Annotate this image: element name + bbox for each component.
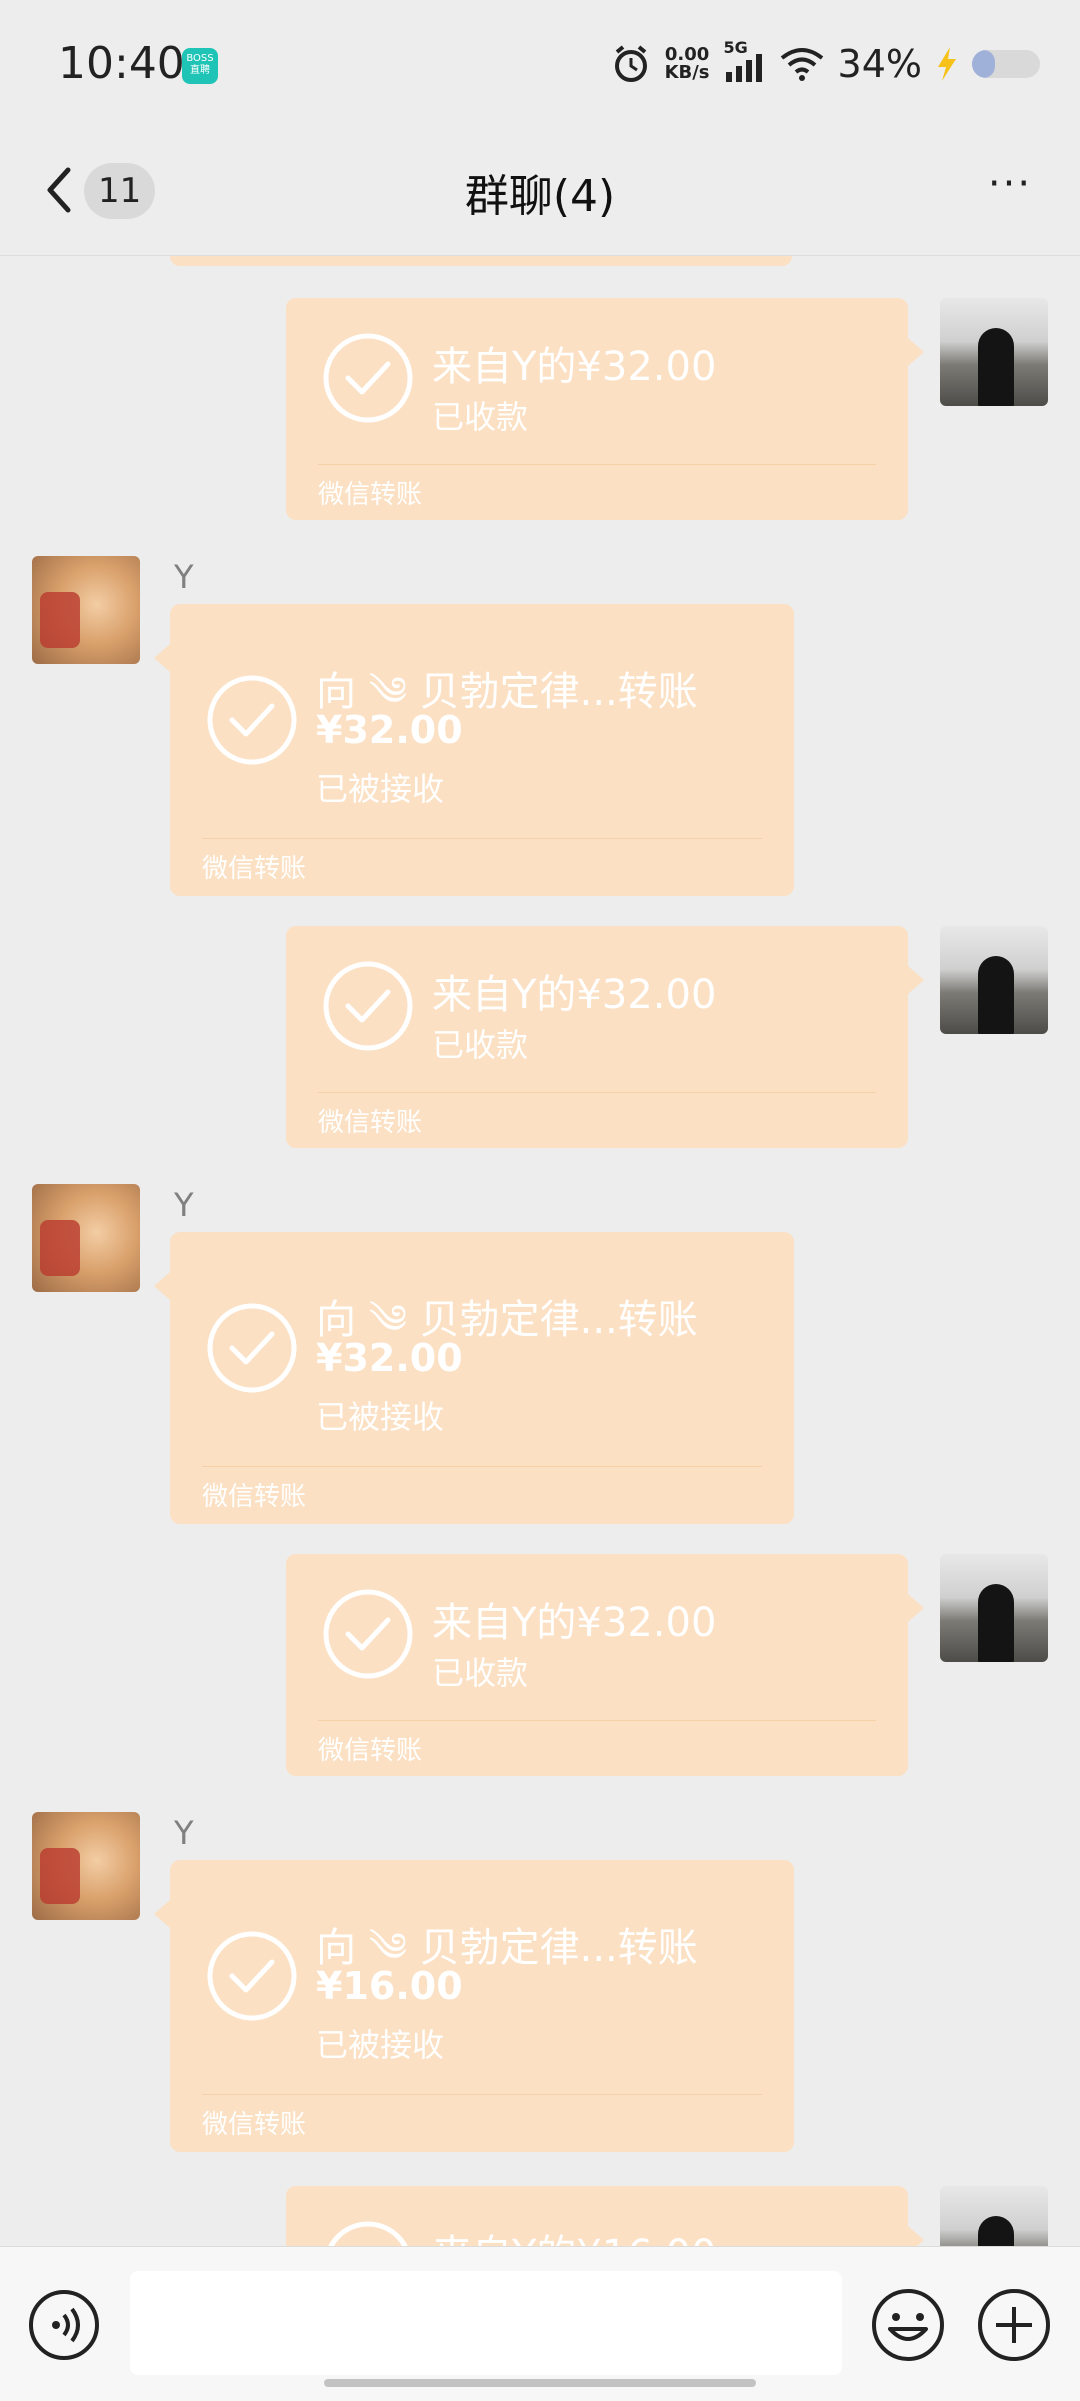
- check-circle-icon: [323, 333, 413, 423]
- transfer-card[interactable]: 来自Y的¥32.00 已收款 微信转账: [286, 1554, 924, 1776]
- transfer-amount: ¥32.00: [316, 708, 463, 752]
- signal-icon: 5G: [724, 38, 766, 84]
- transfer-footer: 微信转账: [202, 854, 307, 884]
- sender-name: Y: [174, 1186, 194, 1224]
- avatar[interactable]: [940, 926, 1048, 1034]
- check-circle-icon: [207, 1303, 297, 1393]
- check-circle-icon: [207, 675, 297, 765]
- transfer-footer: 微信转账: [318, 1736, 423, 1766]
- divider: [318, 464, 876, 465]
- avatar[interactable]: [32, 556, 140, 664]
- transfer-status: 已收款: [432, 398, 529, 436]
- transfer-title: 来自Y的¥32.00: [432, 1600, 717, 1646]
- transfer-status: 已被接收: [316, 1398, 445, 1436]
- charging-icon: [938, 47, 956, 81]
- divider: [202, 838, 762, 839]
- net-speed-unit: KB/s: [664, 62, 710, 83]
- transfer-footer: 微信转账: [202, 1482, 307, 1512]
- transfer-amount: ¥16.00: [316, 1964, 463, 2008]
- chat-title: 群聊(4): [464, 171, 616, 222]
- check-circle-icon: [323, 961, 413, 1051]
- transfer-amount: ¥32.00: [316, 1336, 463, 1380]
- transfer-footer: 微信转账: [202, 2110, 307, 2140]
- transfer-card[interactable]: 来自Y的¥16.00: [286, 2186, 924, 2246]
- sender-name: Y: [174, 1814, 194, 1852]
- battery-icon: [972, 50, 1040, 78]
- avatar[interactable]: [940, 1554, 1048, 1662]
- input-bar: [0, 2246, 1080, 2401]
- battery-fill: [972, 50, 996, 78]
- more-icon: ···: [987, 161, 1033, 207]
- transfer-status: 已收款: [432, 1654, 529, 1692]
- check-circle-icon: [328, 2221, 408, 2246]
- avatar[interactable]: [940, 298, 1048, 406]
- sender-name: Y: [174, 558, 194, 596]
- avatar[interactable]: [32, 1184, 140, 1292]
- avatar[interactable]: [32, 1812, 140, 1920]
- check-circle-icon: [323, 1589, 413, 1679]
- divider: [202, 1466, 762, 1467]
- transfer-card[interactable]: 来自Y的¥32.00 已收款 微信转账: [286, 298, 924, 520]
- transfer-title: 来自Y的¥16.00: [432, 2222, 716, 2246]
- boss-app-icon: BOSS直聘: [182, 48, 218, 84]
- transfer-status: 已被接收: [316, 770, 445, 808]
- transfer-title: 来自Y的¥32.00: [432, 344, 717, 390]
- avatar[interactable]: [940, 2186, 1048, 2246]
- transfer-card[interactable]: 向 ༄ 贝勃定律...转账 ¥16.00 已被接收 微信转账: [154, 1860, 794, 2152]
- status-bar: 10:40 BOSS直聘 0.00 KB/s 5G 34%: [0, 0, 1080, 130]
- check-circle-icon: [207, 1931, 297, 2021]
- emoji-icon[interactable]: [870, 2287, 946, 2363]
- transfer-title: 来自Y的¥32.00: [432, 972, 717, 1018]
- transfer-footer: 微信转账: [318, 1108, 423, 1138]
- status-icons: 0.00 KB/s 5G 34%: [611, 38, 1040, 88]
- more-button[interactable]: ···: [980, 164, 1040, 210]
- voice-icon[interactable]: [28, 2289, 100, 2361]
- message-input[interactable]: [130, 2271, 842, 2375]
- partial-bubble[interactable]: [170, 256, 792, 266]
- alarm-icon: [614, 45, 647, 82]
- transfer-card[interactable]: 向 ༄ 贝勃定律...转账 ¥32.00 已被接收 微信转账: [154, 1232, 794, 1524]
- transfer-card[interactable]: 向 ༄ 贝勃定律...转账 ¥32.00 已被接收 微信转账: [154, 604, 794, 896]
- transfer-card[interactable]: 来自Y的¥32.00 已收款 微信转账: [286, 926, 924, 1148]
- net-speed: 0.00 KB/s: [665, 46, 710, 82]
- divider: [318, 1092, 876, 1093]
- transfer-status: 已收款: [432, 1026, 529, 1064]
- battery-percent: 34%: [837, 42, 922, 86]
- message-list[interactable]: 来自Y的¥32.00 已收款 微信转账 Y 向 ༄ 贝勃定律...转账 ¥32.…: [0, 256, 1080, 2246]
- wifi-icon: [780, 48, 823, 81]
- status-time: 10:40: [58, 38, 185, 89]
- divider: [318, 1720, 876, 1721]
- transfer-status: 已被接收: [316, 2026, 445, 2064]
- home-indicator[interactable]: [324, 2379, 756, 2387]
- plus-icon[interactable]: [976, 2287, 1052, 2363]
- chat-header: 11 群聊(4) ···: [0, 130, 1080, 256]
- transfer-footer: 微信转账: [318, 480, 423, 510]
- divider: [202, 2094, 762, 2095]
